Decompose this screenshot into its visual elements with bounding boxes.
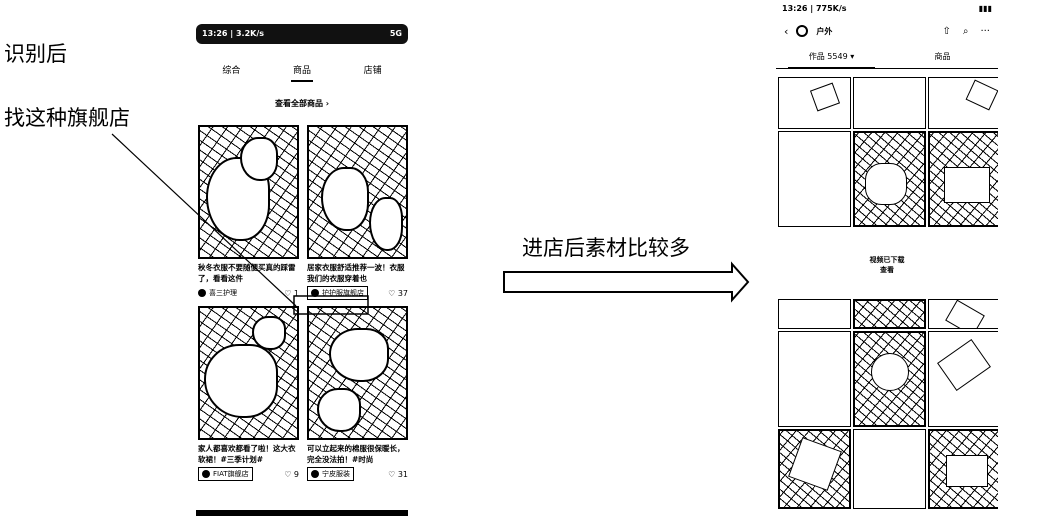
pointer-line <box>111 133 297 307</box>
diagram-overlay <box>111 133 750 315</box>
highlight-box <box>293 295 369 315</box>
right-arrow-icon <box>503 261 750 303</box>
